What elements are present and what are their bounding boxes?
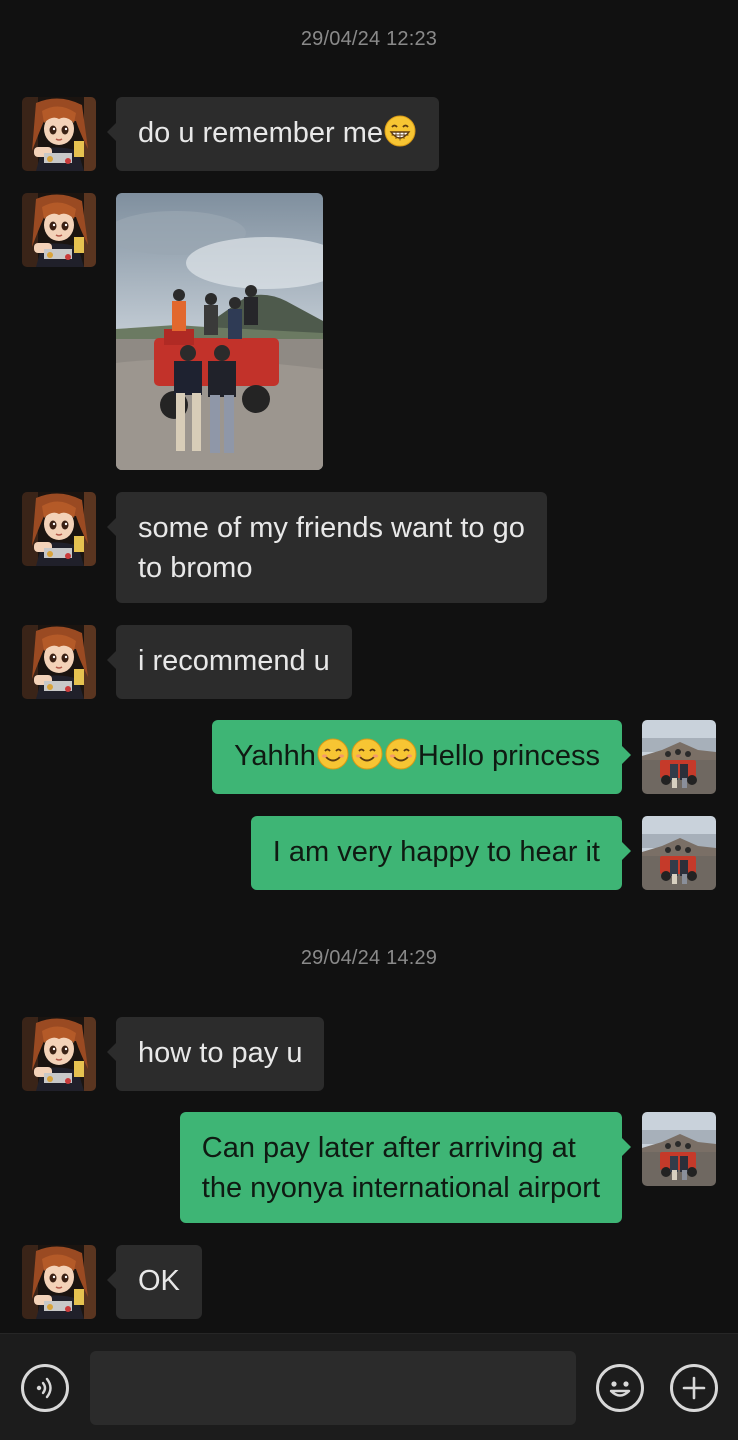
- smiling-face-emoji-icon: [316, 737, 350, 771]
- message-text-line: the nyonya international airport: [201, 1172, 600, 1204]
- grinning-face-emoji-icon: [383, 114, 417, 148]
- plus-icon: [682, 1376, 706, 1400]
- contact-avatar[interactable]: [22, 492, 96, 566]
- message-text: do u remember me: [138, 117, 383, 149]
- message-text: OK: [138, 1265, 180, 1297]
- message-input-bar: [0, 1333, 738, 1440]
- message-text: i recommend u: [138, 645, 330, 677]
- incoming-message-bubble[interactable]: some of my friends want to go to bromo: [107, 492, 547, 603]
- voice-icon: [36, 1377, 52, 1399]
- message-input[interactable]: [90, 1351, 576, 1425]
- my-avatar[interactable]: [642, 720, 716, 794]
- voice-input-button[interactable]: [21, 1364, 69, 1412]
- incoming-message-bubble[interactable]: OK: [107, 1245, 202, 1319]
- outgoing-message-bubble[interactable]: Can pay later after arriving at the nyon…: [179, 1112, 632, 1223]
- contact-avatar[interactable]: [22, 193, 96, 267]
- message-text-line: some of my friends want to go: [138, 512, 525, 544]
- incoming-message-bubble[interactable]: do u remember me: [107, 97, 439, 171]
- timestamp: 29/04/24 14:29: [300, 947, 438, 969]
- message-text-line: to bromo: [138, 552, 253, 584]
- outgoing-message-bubble[interactable]: Yahhh Hello princess: [212, 720, 631, 794]
- timestamp: 29/04/24 12:23: [300, 28, 438, 50]
- message-text: how to pay u: [138, 1037, 303, 1069]
- smiling-face-emoji-icon: [384, 737, 418, 771]
- incoming-message-bubble[interactable]: i recommend u: [107, 625, 352, 699]
- message-text: I am very happy to hear it: [272, 836, 600, 868]
- smiling-face-emoji-icon: [350, 737, 384, 771]
- contact-avatar[interactable]: [22, 97, 96, 171]
- message-text-line: Can pay later after arriving at: [201, 1132, 576, 1164]
- message-text: Hello princess: [417, 740, 600, 772]
- contact-avatar[interactable]: [22, 1245, 96, 1319]
- contact-avatar[interactable]: [22, 1017, 96, 1091]
- message-text: Yahhh: [234, 740, 316, 772]
- contact-avatar[interactable]: [22, 625, 96, 699]
- emoji-button[interactable]: [596, 1364, 644, 1412]
- my-avatar[interactable]: [642, 1112, 716, 1186]
- my-avatar[interactable]: [642, 816, 716, 890]
- photo-message[interactable]: [116, 193, 323, 470]
- outgoing-message-bubble[interactable]: I am very happy to hear it: [250, 816, 632, 890]
- incoming-message-bubble[interactable]: how to pay u: [106, 1017, 325, 1091]
- emoji-icon: [609, 1381, 631, 1397]
- more-options-button[interactable]: [670, 1364, 718, 1412]
